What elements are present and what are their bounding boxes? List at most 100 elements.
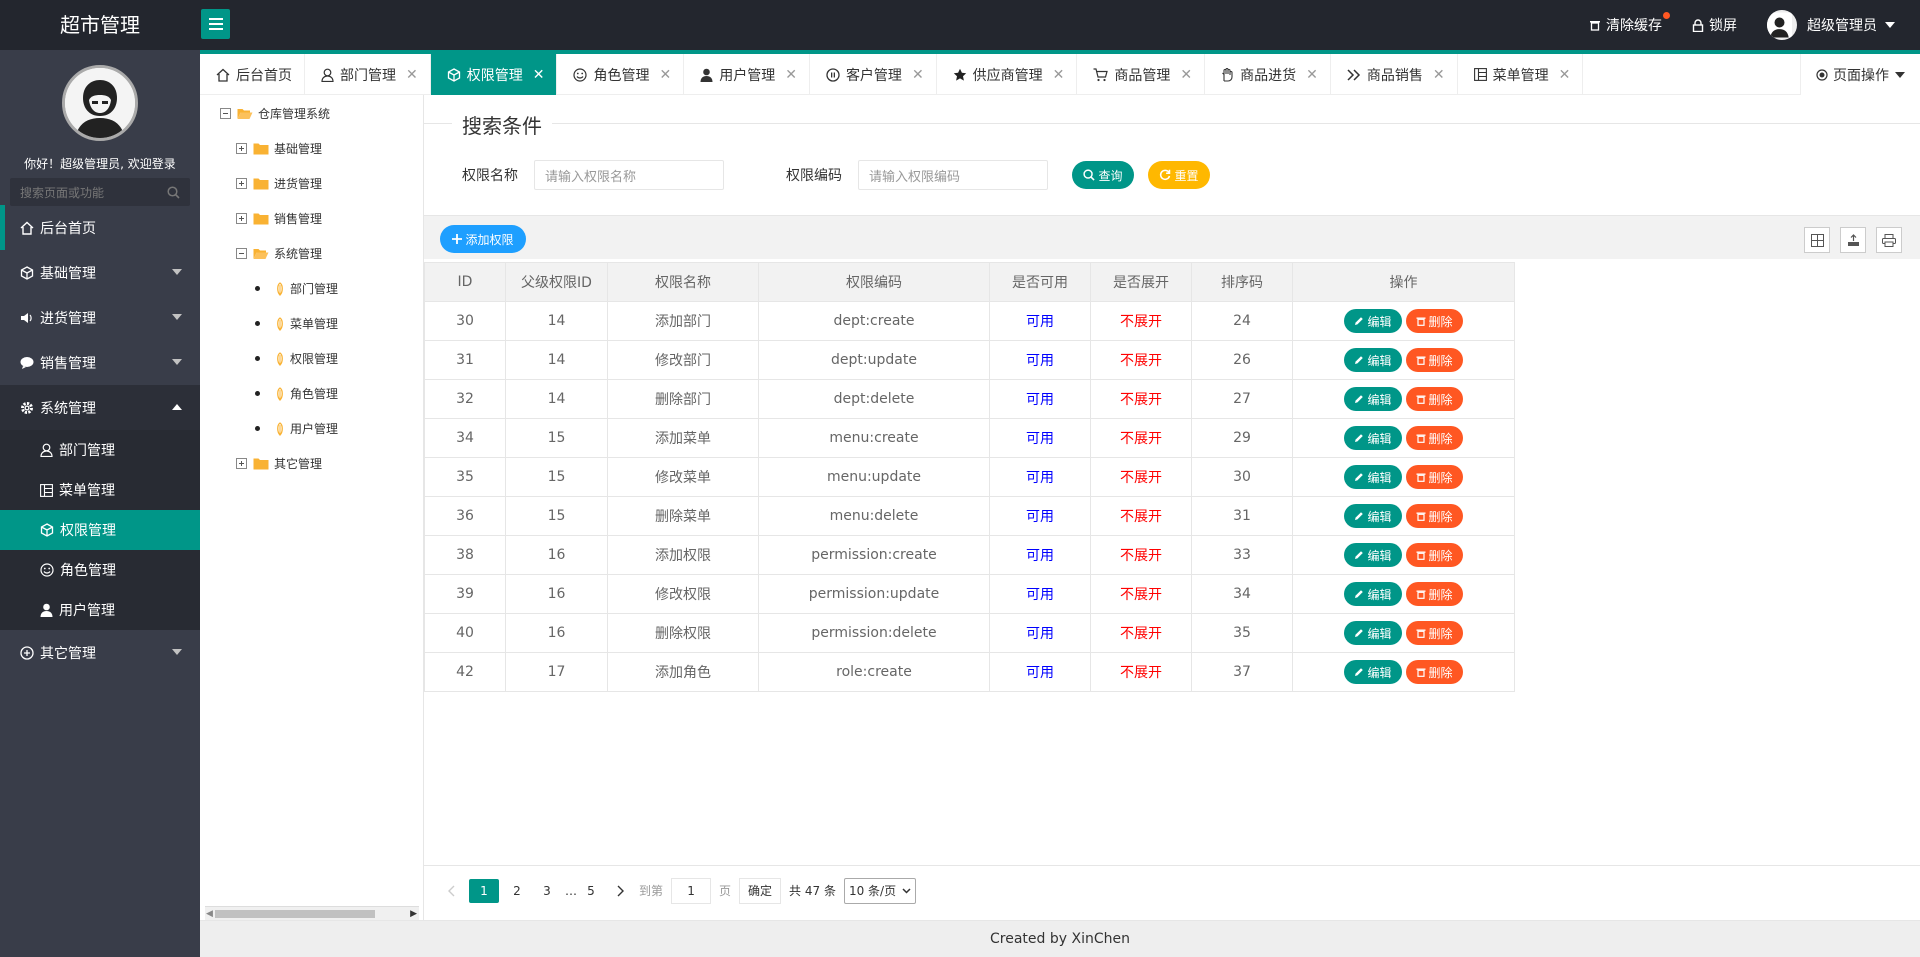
column-header[interactable]: 是否展开 — [1090, 262, 1192, 302]
expand-icon[interactable] — [236, 178, 247, 189]
edit-button[interactable]: 编辑 — [1344, 543, 1402, 567]
edit-button[interactable]: 编辑 — [1344, 309, 1402, 333]
edit-button[interactable]: 编辑 — [1344, 465, 1402, 489]
sidebar-item-home[interactable]: 后台首页 — [0, 205, 200, 250]
delete-button[interactable]: 删除 — [1405, 426, 1463, 450]
page-number-current[interactable]: 1 — [469, 878, 499, 903]
close-icon[interactable]: ✕ — [533, 67, 545, 83]
edit-button[interactable]: 编辑 — [1344, 348, 1402, 372]
expand-icon[interactable] — [236, 458, 247, 469]
tab-menu[interactable]: 菜单管理 ✕ — [1458, 54, 1584, 95]
add-permission-button[interactable]: 添加权限 — [440, 225, 526, 253]
tree-node[interactable]: 基础管理 — [236, 140, 322, 157]
tree-node[interactable]: 销售管理 — [236, 210, 322, 227]
edit-button[interactable]: 编辑 — [1344, 621, 1402, 645]
collapse-icon[interactable] — [236, 248, 247, 259]
sidebar-item-other[interactable]: 其它管理 — [0, 630, 200, 675]
sidebar-search-input[interactable]: 搜索页面或功能 — [10, 178, 190, 206]
sidebar-item-role[interactable]: 角色管理 — [0, 550, 200, 590]
delete-button[interactable]: 删除 — [1405, 504, 1463, 528]
tree-node[interactable]: 其它管理 — [236, 455, 322, 472]
tab-goods[interactable]: 商品管理 ✕ — [1077, 54, 1206, 95]
goto-page-input[interactable]: 1 — [671, 877, 712, 904]
expand-icon[interactable] — [236, 143, 247, 154]
tab-user[interactable]: 用户管理 ✕ — [684, 54, 810, 95]
lock-screen-button[interactable]: 锁屏 — [1692, 15, 1737, 35]
reset-button[interactable]: 重置 — [1148, 161, 1210, 189]
scroll-left-icon[interactable]: ◀ — [206, 909, 213, 919]
scroll-right-icon[interactable]: ▶ — [410, 909, 417, 919]
tab-dept[interactable]: 部门管理 ✕ — [305, 54, 431, 95]
page-size-select[interactable]: 10 条/页 — [843, 877, 917, 904]
permission-code-input[interactable]: 请输入权限编码 — [858, 160, 1048, 190]
permission-name-input[interactable]: 请输入权限名称 — [534, 160, 724, 190]
tree-node[interactable]: 进货管理 — [236, 175, 322, 192]
delete-button[interactable]: 删除 — [1405, 543, 1463, 567]
close-icon[interactable]: ✕ — [1306, 67, 1318, 83]
edit-button[interactable]: 编辑 — [1344, 387, 1402, 411]
horizontal-scrollbar[interactable]: ◀ ▶ — [205, 906, 419, 920]
tree-leaf[interactable]: 菜单管理 — [255, 315, 338, 332]
page-operations-dropdown[interactable]: 页面操作 — [1800, 54, 1920, 95]
scrollbar-thumb[interactable] — [215, 910, 375, 918]
admin-user-menu[interactable]: 超级管理员 — [1767, 10, 1900, 40]
tab-role[interactable]: 角色管理 ✕ — [557, 54, 685, 95]
close-icon[interactable]: ✕ — [1053, 67, 1065, 83]
close-icon[interactable]: ✕ — [1180, 67, 1192, 83]
tab-home[interactable]: 后台首页 — [200, 54, 305, 95]
column-header[interactable]: 父级权限ID — [505, 262, 608, 302]
tree-leaf[interactable]: 角色管理 — [255, 385, 338, 402]
close-icon[interactable]: ✕ — [406, 67, 418, 83]
tab-customer[interactable]: 客户管理 ✕ — [810, 54, 937, 95]
print-button[interactable] — [1876, 227, 1902, 253]
sidebar-item-system[interactable]: 系统管理 — [0, 385, 200, 430]
sidebar-item-purchase[interactable]: 进货管理 — [0, 295, 200, 340]
tree-leaf[interactable]: 用户管理 — [255, 420, 338, 437]
export-button[interactable] — [1840, 227, 1866, 253]
sidebar-item-permission[interactable]: 权限管理 — [0, 510, 200, 550]
close-icon[interactable]: ✕ — [1433, 67, 1445, 83]
tab-goods-sales[interactable]: 商品销售 ✕ — [1331, 54, 1458, 95]
clear-cache-button[interactable]: 清除缓存 — [1589, 12, 1670, 35]
page-number[interactable]: 3 — [535, 879, 559, 903]
sidebar-toggle-button[interactable] — [201, 9, 230, 39]
delete-button[interactable]: 删除 — [1405, 582, 1463, 606]
tab-supplier[interactable]: 供应商管理 ✕ — [937, 54, 1078, 95]
edit-button[interactable]: 编辑 — [1344, 504, 1402, 528]
sidebar-item-basic[interactable]: 基础管理 — [0, 250, 200, 295]
tree-node-root[interactable]: 仓库管理系统 — [220, 105, 330, 122]
delete-button[interactable]: 删除 — [1405, 621, 1463, 645]
column-filter-button[interactable] — [1804, 227, 1830, 253]
next-page-icon[interactable] — [609, 879, 633, 903]
close-icon[interactable]: ✕ — [1559, 67, 1571, 83]
close-icon[interactable]: ✕ — [912, 67, 924, 83]
column-header[interactable]: 权限名称 — [607, 262, 759, 302]
collapse-icon[interactable] — [220, 108, 231, 119]
sidebar-item-sales[interactable]: 销售管理 — [0, 340, 200, 385]
column-header[interactable]: 权限编码 — [758, 262, 990, 302]
column-header[interactable]: ID — [424, 262, 506, 302]
sidebar-item-menu[interactable]: 菜单管理 — [0, 470, 200, 510]
sidebar-item-user[interactable]: 用户管理 — [0, 590, 200, 630]
delete-button[interactable]: 删除 — [1405, 348, 1463, 372]
tree-node[interactable]: 系统管理 — [236, 245, 322, 262]
edit-button[interactable]: 编辑 — [1344, 660, 1402, 684]
page-number[interactable]: 2 — [505, 879, 529, 903]
edit-button[interactable]: 编辑 — [1344, 582, 1402, 606]
query-button[interactable]: 查询 — [1072, 161, 1134, 189]
close-icon[interactable]: ✕ — [659, 67, 671, 83]
page-number-last[interactable]: 5 — [579, 879, 603, 903]
column-header[interactable]: 排序码 — [1191, 262, 1293, 302]
sidebar-item-dept[interactable]: 部门管理 — [0, 430, 200, 470]
tree-leaf[interactable]: 部门管理 — [255, 280, 338, 297]
column-header[interactable]: 是否可用 — [989, 262, 1091, 302]
tree-leaf[interactable]: 权限管理 — [255, 350, 338, 367]
expand-icon[interactable] — [236, 213, 247, 224]
tab-goods-purchase[interactable]: 商品进货 ✕ — [1205, 54, 1331, 95]
goto-confirm-button[interactable]: 确定 — [739, 877, 782, 904]
prev-page-icon[interactable] — [439, 879, 463, 903]
delete-button[interactable]: 删除 — [1405, 309, 1463, 333]
delete-button[interactable]: 删除 — [1405, 660, 1463, 684]
delete-button[interactable]: 删除 — [1405, 387, 1463, 411]
column-header[interactable]: 操作 — [1292, 262, 1515, 302]
